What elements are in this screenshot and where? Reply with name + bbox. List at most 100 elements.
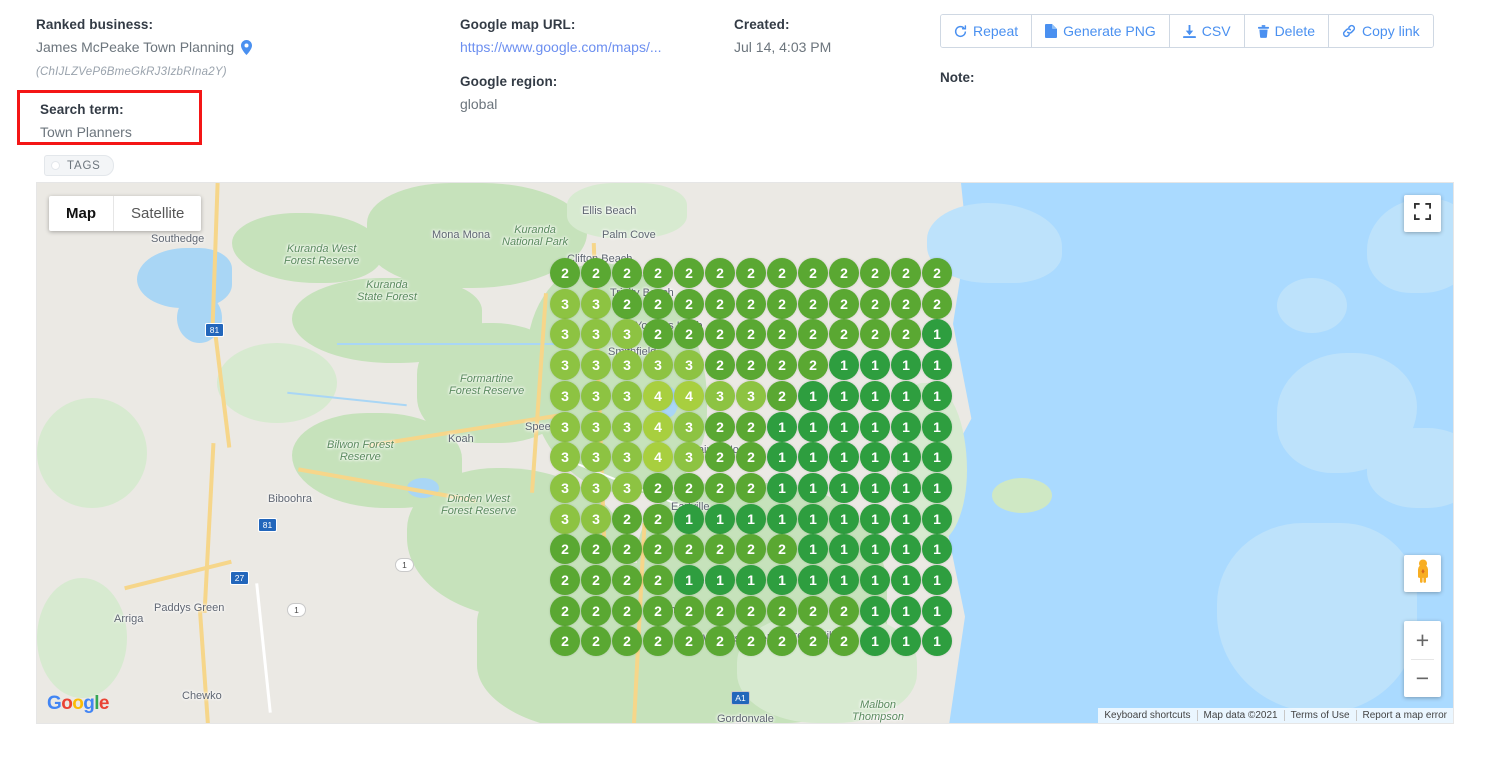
rank-marker[interactable]: 2 xyxy=(798,258,828,288)
rank-marker[interactable]: 2 xyxy=(736,258,766,288)
rank-marker[interactable]: 1 xyxy=(860,595,890,626)
rank-marker[interactable]: 2 xyxy=(612,565,642,595)
rank-marker[interactable]: 3 xyxy=(581,380,611,411)
rank-marker[interactable]: 2 xyxy=(705,534,735,565)
rank-marker[interactable]: 1 xyxy=(922,595,952,626)
rank-marker[interactable]: 3 xyxy=(612,380,642,411)
rank-marker[interactable]: 1 xyxy=(798,503,828,534)
rank-marker[interactable]: 1 xyxy=(829,442,859,473)
rank-marker[interactable]: 2 xyxy=(643,565,673,595)
rank-marker[interactable]: 4 xyxy=(643,442,673,473)
rank-marker[interactable]: 2 xyxy=(674,258,704,288)
delete-button[interactable]: Delete xyxy=(1244,15,1330,47)
fullscreen-button[interactable] xyxy=(1404,195,1441,232)
rank-marker[interactable]: 1 xyxy=(860,350,890,381)
rank-marker[interactable]: 1 xyxy=(829,472,859,503)
rank-marker[interactable]: 2 xyxy=(829,319,859,350)
rank-marker[interactable]: 3 xyxy=(581,442,611,473)
rank-marker[interactable]: 1 xyxy=(705,565,735,595)
rank-marker[interactable]: 2 xyxy=(643,503,673,534)
rank-marker[interactable]: 4 xyxy=(643,380,673,411)
rank-marker[interactable]: 2 xyxy=(767,534,797,565)
rank-marker[interactable]: 3 xyxy=(705,380,735,411)
rank-marker[interactable]: 2 xyxy=(674,626,704,657)
rank-marker[interactable]: 2 xyxy=(612,258,642,288)
rank-marker[interactable]: 2 xyxy=(767,258,797,288)
rank-marker[interactable]: 3 xyxy=(581,472,611,503)
map-pin-icon[interactable] xyxy=(241,39,253,62)
rank-marker[interactable]: 2 xyxy=(736,350,766,381)
attribution-item[interactable]: Keyboard shortcuts xyxy=(1098,710,1196,721)
rank-marker[interactable]: 1 xyxy=(891,534,921,565)
rank-marker[interactable]: 3 xyxy=(736,380,766,411)
zoom-out-button[interactable]: − xyxy=(1404,660,1441,697)
rank-marker[interactable]: 1 xyxy=(922,472,952,503)
attribution-item[interactable]: Report a map error xyxy=(1355,710,1453,721)
rank-marker[interactable]: 2 xyxy=(705,319,735,350)
rank-marker[interactable]: 3 xyxy=(550,380,580,411)
copy-link-button[interactable]: Copy link xyxy=(1329,15,1433,47)
rank-marker[interactable]: 1 xyxy=(891,503,921,534)
rank-marker[interactable]: 2 xyxy=(736,442,766,473)
rank-marker[interactable]: 1 xyxy=(798,411,828,442)
rank-marker[interactable]: 1 xyxy=(922,503,952,534)
rank-marker[interactable]: 2 xyxy=(612,626,642,657)
rank-marker[interactable]: 1 xyxy=(891,626,921,657)
rank-marker[interactable]: 2 xyxy=(550,595,580,626)
rank-marker[interactable]: 2 xyxy=(550,565,580,595)
rank-marker[interactable]: 2 xyxy=(674,319,704,350)
rank-marker[interactable]: 2 xyxy=(891,288,921,319)
rank-marker[interactable]: 2 xyxy=(829,258,859,288)
rank-marker[interactable]: 1 xyxy=(798,442,828,473)
rank-marker[interactable]: 1 xyxy=(891,442,921,473)
rank-marker[interactable]: 3 xyxy=(550,472,580,503)
generate-png-button[interactable]: Generate PNG xyxy=(1032,15,1170,47)
rank-marker[interactable]: 1 xyxy=(829,565,859,595)
rank-marker[interactable]: 1 xyxy=(860,534,890,565)
rank-marker[interactable]: 3 xyxy=(612,411,642,442)
map-type-satellite[interactable]: Satellite xyxy=(114,196,201,231)
rank-marker[interactable]: 2 xyxy=(767,319,797,350)
rank-marker[interactable]: 2 xyxy=(767,626,797,657)
rank-marker[interactable]: 1 xyxy=(767,565,797,595)
rank-marker[interactable]: 2 xyxy=(829,626,859,657)
rank-marker[interactable]: 2 xyxy=(860,319,890,350)
rank-marker[interactable]: 2 xyxy=(767,350,797,381)
rank-marker[interactable]: 3 xyxy=(581,288,611,319)
rank-marker[interactable]: 2 xyxy=(674,595,704,626)
rank-marker[interactable]: 1 xyxy=(705,503,735,534)
rank-marker[interactable]: 4 xyxy=(674,380,704,411)
rank-marker[interactable]: 2 xyxy=(798,288,828,319)
rank-marker[interactable]: 2 xyxy=(643,595,673,626)
rank-marker[interactable]: 1 xyxy=(860,380,890,411)
rank-marker[interactable]: 3 xyxy=(674,350,704,381)
rank-marker[interactable]: 1 xyxy=(767,472,797,503)
rank-marker[interactable]: 2 xyxy=(612,288,642,319)
rank-marker[interactable]: 2 xyxy=(736,411,766,442)
pegman-button[interactable] xyxy=(1404,555,1441,592)
rank-marker[interactable]: 2 xyxy=(829,288,859,319)
rank-marker[interactable]: 1 xyxy=(860,442,890,473)
rank-marker[interactable]: 1 xyxy=(829,534,859,565)
rank-marker[interactable]: 1 xyxy=(922,565,952,595)
rank-marker[interactable]: 2 xyxy=(643,534,673,565)
rank-marker[interactable]: 3 xyxy=(581,350,611,381)
rank-marker[interactable]: 1 xyxy=(922,380,952,411)
rank-marker[interactable]: 1 xyxy=(922,411,952,442)
rank-marker[interactable]: 1 xyxy=(767,442,797,473)
rank-marker[interactable]: 1 xyxy=(891,595,921,626)
rank-marker[interactable]: 3 xyxy=(550,442,580,473)
rank-marker[interactable]: 1 xyxy=(736,503,766,534)
repeat-button[interactable]: Repeat xyxy=(941,15,1033,47)
rank-marker[interactable]: 1 xyxy=(922,319,952,350)
rank-marker[interactable]: 2 xyxy=(705,442,735,473)
rank-marker[interactable]: 1 xyxy=(829,380,859,411)
rank-marker[interactable]: 3 xyxy=(612,472,642,503)
rank-marker[interactable]: 2 xyxy=(643,319,673,350)
rank-marker[interactable]: 1 xyxy=(860,565,890,595)
zoom-in-button[interactable]: + xyxy=(1404,622,1441,659)
rank-marker[interactable]: 2 xyxy=(581,258,611,288)
rank-marker[interactable]: 3 xyxy=(643,350,673,381)
rank-grid-map[interactable]: 81 81 27 1 1 1 A1 Ellis BeachPalm CoveCl… xyxy=(36,182,1454,724)
rank-marker[interactable]: 2 xyxy=(798,350,828,381)
